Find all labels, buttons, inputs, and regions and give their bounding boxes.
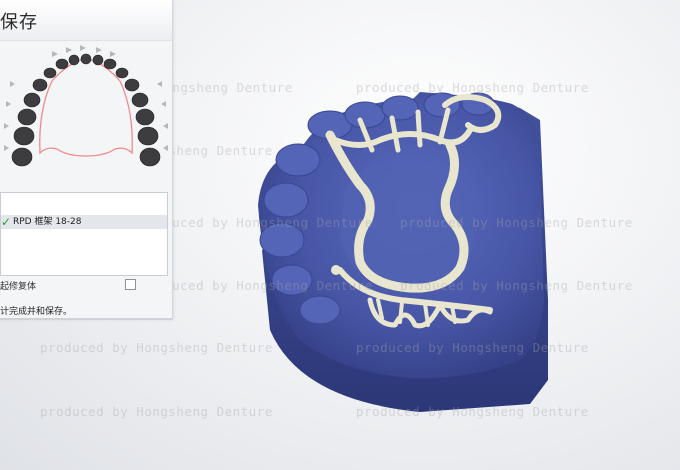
tooth-icons: [11, 53, 161, 167]
watermark: produced by Hongsheng Denture: [40, 404, 273, 419]
option-checkbox[interactable]: [125, 279, 136, 290]
watermark: produced by Hongsheng Denture: [356, 404, 589, 419]
save-panel: 保存 ✓ RPD 框架 18-28 起修复体 计完成并和保存。: [0, 0, 173, 320]
status-message: 计完成并和保存。: [0, 307, 73, 317]
list-item[interactable]: ✓ RPD 框架 18-28: [1, 215, 167, 229]
panel-title: 保存: [0, 12, 38, 33]
watermark: produced by Hongsheng Denture: [400, 278, 633, 293]
watermark: produced by Hongsheng Denture: [140, 215, 373, 230]
status-divider: [0, 318, 172, 320]
tooth-chart[interactable]: [0, 41, 172, 181]
watermark: produced by Hongsheng Denture: [40, 340, 273, 355]
watermark: produced by Hongsheng Denture: [140, 278, 373, 293]
watermark: produced by Hongsheng Denture: [356, 340, 589, 355]
list-item-label: RPD 框架 18-28: [13, 217, 82, 227]
watermark: produced by Hongsheng Denture: [400, 215, 633, 230]
panel-header: 保存: [0, 0, 172, 41]
check-icon: ✓: [1, 215, 12, 229]
restoration-list: ✓ RPD 框架 18-28: [0, 192, 168, 276]
watermark: produced by Hongsheng Denture: [356, 80, 589, 95]
option-label: 起修复体: [0, 282, 37, 292]
